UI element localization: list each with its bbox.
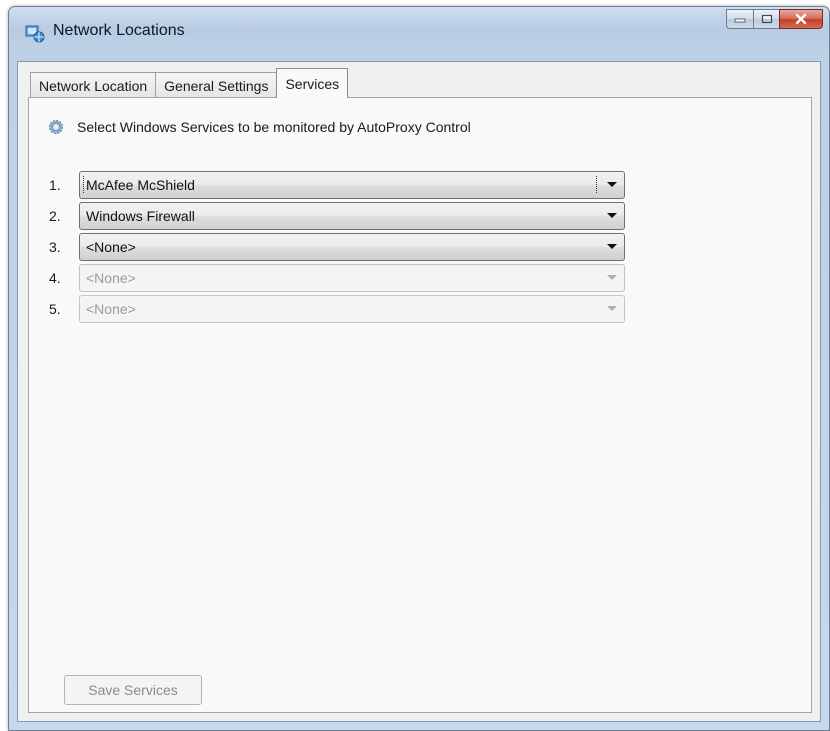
services-header-text: Select Windows Services to be monitored … bbox=[77, 119, 471, 135]
service-select-2[interactable]: Windows Firewall bbox=[79, 202, 625, 230]
dropdown-arrow-icon bbox=[600, 203, 624, 229]
service-row-4: 4. <None> bbox=[49, 264, 625, 292]
dropdown-arrow-icon bbox=[600, 296, 624, 322]
tab-strip: Network Location General Settings Servic… bbox=[30, 68, 349, 98]
service-number: 4. bbox=[49, 270, 61, 286]
maximize-icon bbox=[761, 14, 772, 24]
service-row-1: 1. McAfee McShield bbox=[49, 171, 625, 199]
service-select-5: <None> bbox=[79, 295, 625, 323]
close-button[interactable] bbox=[779, 9, 823, 29]
window-title: Network Locations bbox=[53, 22, 185, 39]
dropdown-arrow-icon bbox=[600, 172, 624, 198]
dropdown-arrow-icon bbox=[600, 265, 624, 291]
window-controls bbox=[726, 9, 823, 31]
service-row-5: 5. <None> bbox=[49, 295, 625, 323]
services-tab-panel: Select Windows Services to be monitored … bbox=[28, 97, 812, 713]
service-select-4: <None> bbox=[79, 264, 625, 292]
service-row-2: 2. Windows Firewall bbox=[49, 202, 625, 230]
service-select-3[interactable]: <None> bbox=[79, 233, 625, 261]
title-bar[interactable]: Network Locations bbox=[9, 7, 829, 47]
service-number: 5. bbox=[49, 301, 61, 317]
services-header: Select Windows Services to be monitored … bbox=[47, 118, 471, 136]
maximize-button[interactable] bbox=[753, 9, 779, 29]
service-select-value: Windows Firewall bbox=[86, 208, 195, 224]
tab-general-settings[interactable]: General Settings bbox=[155, 72, 278, 98]
service-select-value: <None> bbox=[86, 239, 136, 255]
gear-icon bbox=[47, 118, 65, 136]
dropdown-arrow-icon bbox=[600, 234, 624, 260]
close-icon bbox=[795, 13, 807, 25]
service-select-value: <None> bbox=[86, 270, 136, 286]
tab-services[interactable]: Services bbox=[276, 68, 349, 98]
service-select-value: McAfee McShield bbox=[83, 176, 597, 194]
service-select-1[interactable]: McAfee McShield bbox=[79, 171, 625, 199]
minimize-icon bbox=[734, 18, 746, 23]
service-number: 2. bbox=[49, 208, 61, 224]
window-client-area: Network Location General Settings Servic… bbox=[17, 61, 821, 722]
service-row-3: 3. <None> bbox=[49, 233, 625, 261]
service-select-value: <None> bbox=[86, 301, 136, 317]
minimize-button[interactable] bbox=[726, 9, 753, 29]
service-number: 1. bbox=[49, 177, 61, 193]
save-services-button[interactable]: Save Services bbox=[64, 675, 202, 705]
network-locations-window: Network Locations Network Location Gener… bbox=[8, 6, 830, 731]
service-number: 3. bbox=[49, 239, 61, 255]
tab-network-location[interactable]: Network Location bbox=[30, 72, 157, 98]
network-location-icon bbox=[25, 23, 45, 43]
